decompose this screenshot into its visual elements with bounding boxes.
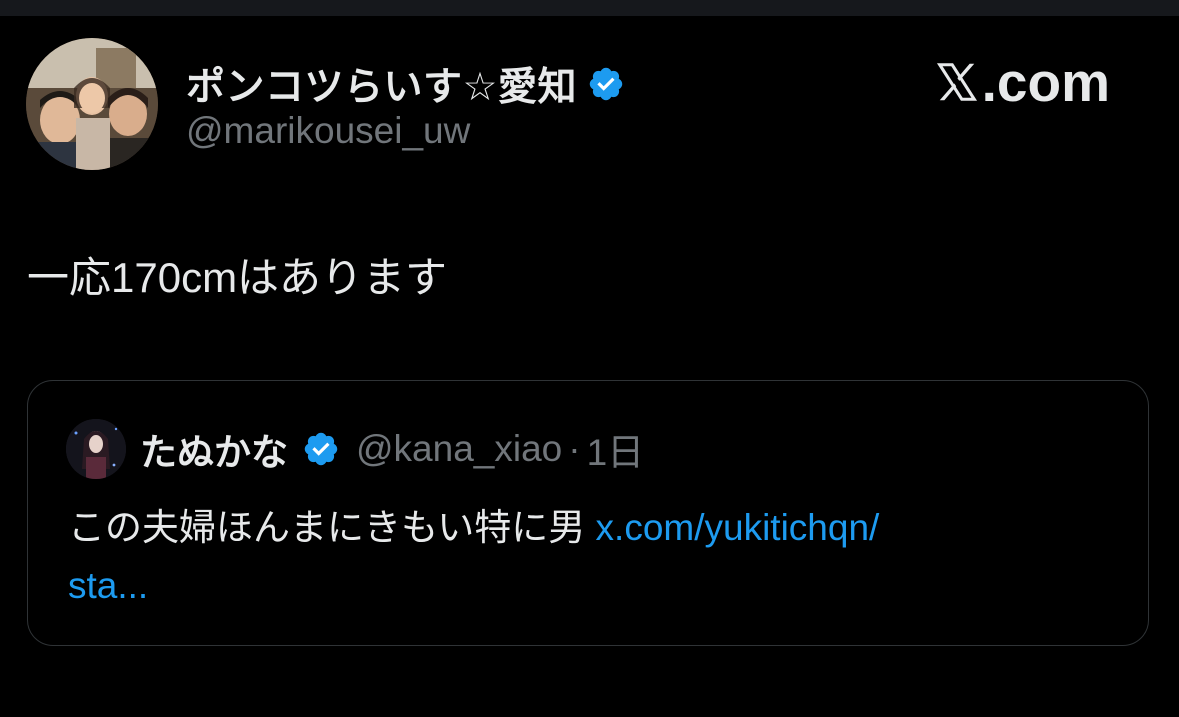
- quoted-timestamp[interactable]: 1日: [587, 422, 645, 476]
- top-bar: [0, 0, 1179, 16]
- avatar-photo: [26, 38, 158, 170]
- quoted-tweet-body: この夫婦ほんまにきもい特に男 x.com/yukitichqn/ sta...: [68, 499, 1068, 615]
- quoted-link-continuation[interactable]: sta...: [68, 565, 148, 606]
- author-handle[interactable]: @marikousei_uw: [186, 110, 470, 152]
- brand-logo: .com: [934, 50, 1110, 114]
- tweet-text: 一応170cmはあります: [27, 254, 448, 301]
- quoted-verified-badge-icon[interactable]: [302, 430, 340, 468]
- author-name-row: ポンコツらいす☆愛知: [186, 56, 625, 112]
- quoted-avatar-photo: [66, 419, 126, 479]
- x-logo-icon: [936, 63, 977, 101]
- quoted-avatar[interactable]: [66, 419, 126, 479]
- quoted-body-text: この夫婦ほんまにきもい特に男: [68, 507, 596, 548]
- avatar[interactable]: [26, 38, 158, 170]
- tweet-header: ポンコツらいす☆愛知 @marikousei_uw .com: [26, 38, 1156, 173]
- quoted-tweet-header: たぬかな @kana_xiao · 1日: [66, 419, 644, 479]
- brand-text: .com: [981, 51, 1110, 113]
- quoted-link[interactable]: x.com/yukitichqn/: [596, 507, 880, 548]
- quoted-separator: ·: [568, 428, 581, 469]
- quoted-display-name[interactable]: たぬかな: [140, 422, 288, 476]
- quoted-tweet-card[interactable]: たぬかな @kana_xiao · 1日 この夫婦ほんまにきもい特に男 x.co…: [27, 380, 1149, 646]
- quoted-handle[interactable]: @kana_xiao: [356, 428, 562, 470]
- author-display-name[interactable]: ポンコツらいす☆愛知: [186, 56, 577, 112]
- verified-badge-icon[interactable]: [587, 65, 625, 103]
